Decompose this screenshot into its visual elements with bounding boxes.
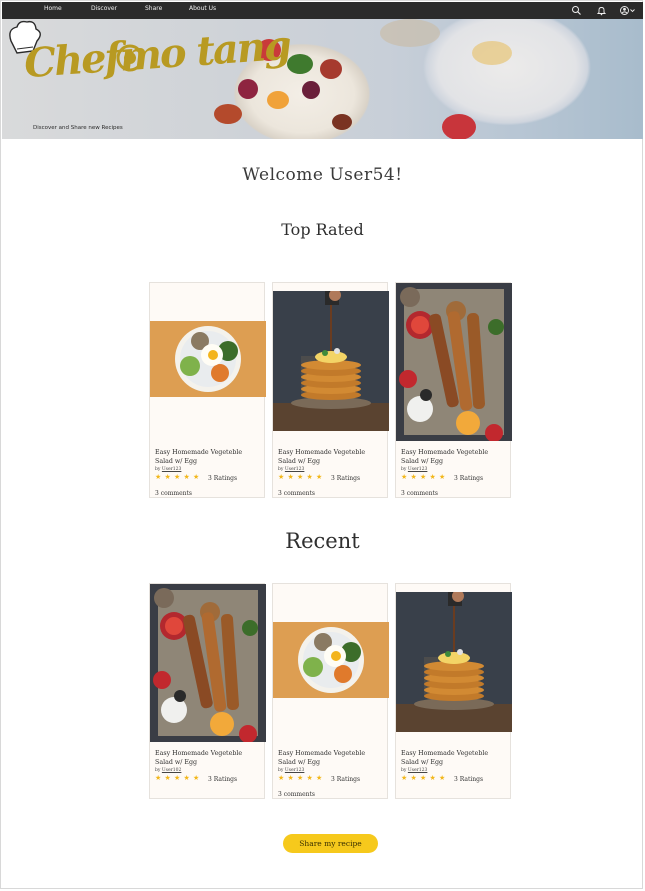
recipe-author: by User102 [155, 768, 181, 773]
author-link[interactable]: User123 [162, 467, 182, 472]
berry-image [332, 114, 352, 130]
star-rating: ★★★★★ [401, 774, 448, 782]
star-icon: ★ [287, 473, 297, 481]
star-rating: ★★★★★ [155, 774, 202, 782]
author-link[interactable]: User123 [285, 768, 305, 773]
recipe-image[interactable] [396, 592, 512, 732]
recipe-title[interactable]: Easy Homemade Vegeteble Salad w/ Egg [278, 448, 384, 466]
nav-discover[interactable]: Discover [91, 5, 117, 12]
berry-image [238, 79, 258, 99]
star-rating: ★★★★★ [401, 473, 448, 481]
author-link[interactable]: User123 [408, 768, 428, 773]
welcome-heading: Welcome User54! [242, 165, 403, 185]
logo-emblem-icon [116, 44, 144, 72]
logo[interactable]: Chefmo tang [23, 22, 292, 87]
recipe-card[interactable]: Easy Homemade Vegeteble Salad w/ Egg by U… [149, 583, 266, 799]
star-rating: ★★★★★ [278, 473, 325, 481]
berry-image [302, 81, 320, 99]
page: Home Discover Share About Us Chefmo tang… [0, 0, 643, 889]
recipe-image[interactable] [150, 584, 266, 742]
user-account-icon[interactable] [619, 5, 637, 16]
share-recipe-button[interactable]: Share my recipe [283, 834, 378, 853]
nav-about-us[interactable]: About Us [189, 5, 216, 12]
recent-heading: Recent [285, 529, 360, 553]
star-icon: ★ [192, 774, 203, 782]
recipe-card[interactable]: Easy Homemade Vegeteble Salad w/ Egg by U… [395, 583, 512, 799]
bowl-image [380, 19, 440, 47]
ratings-count: 3 Ratings [331, 475, 361, 482]
nav-home[interactable]: Home [44, 5, 62, 12]
recipe-card[interactable]: Easy Homemade Vegeteble Salad w/ Egg by U… [149, 282, 266, 498]
recipe-image[interactable] [273, 622, 389, 698]
star-icon: ★ [315, 473, 326, 481]
bell-icon[interactable] [596, 5, 607, 16]
star-icon: ★ [287, 774, 297, 782]
recipe-image[interactable] [396, 283, 512, 441]
recipe-author: by User123 [155, 467, 181, 472]
star-icon: ★ [410, 774, 420, 782]
ratings-count: 3 Ratings [331, 776, 361, 783]
top-rated-heading: Top Rated [281, 220, 364, 239]
star-icon: ★ [306, 473, 316, 481]
ratings-count: 3 Ratings [454, 776, 484, 783]
tagline: Discover and Share new Recipes [33, 125, 123, 131]
egg-yolk-image [472, 41, 512, 65]
recipe-card[interactable]: Easy Homemade Vegeteble Salad w/ Egg by U… [272, 583, 389, 799]
citrus-image [267, 91, 289, 109]
recipe-title[interactable]: Easy Homemade Vegeteble Salad w/ Egg [278, 749, 384, 767]
ratings-count: 3 Ratings [208, 475, 238, 482]
comments-count[interactable]: 3 comments [278, 490, 315, 497]
hero-banner: Chefmo tang Discover and Share new Recip… [2, 19, 643, 139]
nav-share[interactable]: Share [145, 5, 162, 12]
star-icon: ★ [410, 473, 420, 481]
star-rating: ★★★★★ [278, 774, 325, 782]
recipe-title[interactable]: Easy Homemade Vegeteble Salad w/ Egg [155, 749, 261, 767]
star-icon: ★ [183, 473, 193, 481]
star-icon: ★ [183, 774, 193, 782]
by-label: by [155, 768, 161, 773]
by-label: by [278, 768, 284, 773]
recipe-title[interactable]: Easy Homemade Vegeteble Salad w/ Egg [155, 448, 261, 466]
top-nav: Home Discover Share About Us [2, 2, 643, 19]
recipe-image[interactable] [273, 291, 389, 431]
recipe-author: by User123 [278, 768, 304, 773]
by-label: by [278, 467, 284, 472]
author-link[interactable]: User123 [408, 467, 428, 472]
search-icon[interactable] [571, 5, 582, 16]
recipe-card[interactable]: Easy Homemade Vegeteble Salad w/ Egg by U… [272, 282, 389, 498]
star-icon: ★ [164, 473, 174, 481]
star-icon: ★ [438, 473, 449, 481]
comments-count[interactable]: 3 comments [155, 490, 192, 497]
star-icon: ★ [429, 774, 439, 782]
strawberry-image [442, 114, 476, 139]
star-rating: ★★★★★ [155, 473, 202, 481]
star-icon: ★ [429, 473, 439, 481]
star-icon: ★ [438, 774, 449, 782]
recipe-title[interactable]: Easy Homemade Vegeteble Salad w/ Egg [401, 448, 507, 466]
by-label: by [155, 467, 161, 472]
comments-count[interactable]: 3 comments [401, 490, 438, 497]
ratings-count: 3 Ratings [454, 475, 484, 482]
recipe-author: by User123 [278, 467, 304, 472]
author-link[interactable]: User102 [162, 768, 182, 773]
star-anise-image [214, 104, 242, 124]
raspberry-image [320, 59, 342, 79]
star-icon: ★ [306, 774, 316, 782]
author-link[interactable]: User123 [285, 467, 305, 472]
recipe-card[interactable]: Easy Homemade Vegeteble Salad w/ Egg by U… [395, 282, 512, 498]
star-icon: ★ [192, 473, 203, 481]
star-icon: ★ [315, 774, 326, 782]
recipe-author: by User123 [401, 467, 427, 472]
ratings-count: 3 Ratings [208, 776, 238, 783]
by-label: by [401, 768, 407, 773]
star-icon: ★ [164, 774, 174, 782]
recipe-image[interactable] [150, 321, 266, 397]
comments-count[interactable]: 3 comments [278, 791, 315, 798]
by-label: by [401, 467, 407, 472]
recipe-title[interactable]: Easy Homemade Vegeteble Salad w/ Egg [401, 749, 507, 767]
recipe-author: by User123 [401, 768, 427, 773]
